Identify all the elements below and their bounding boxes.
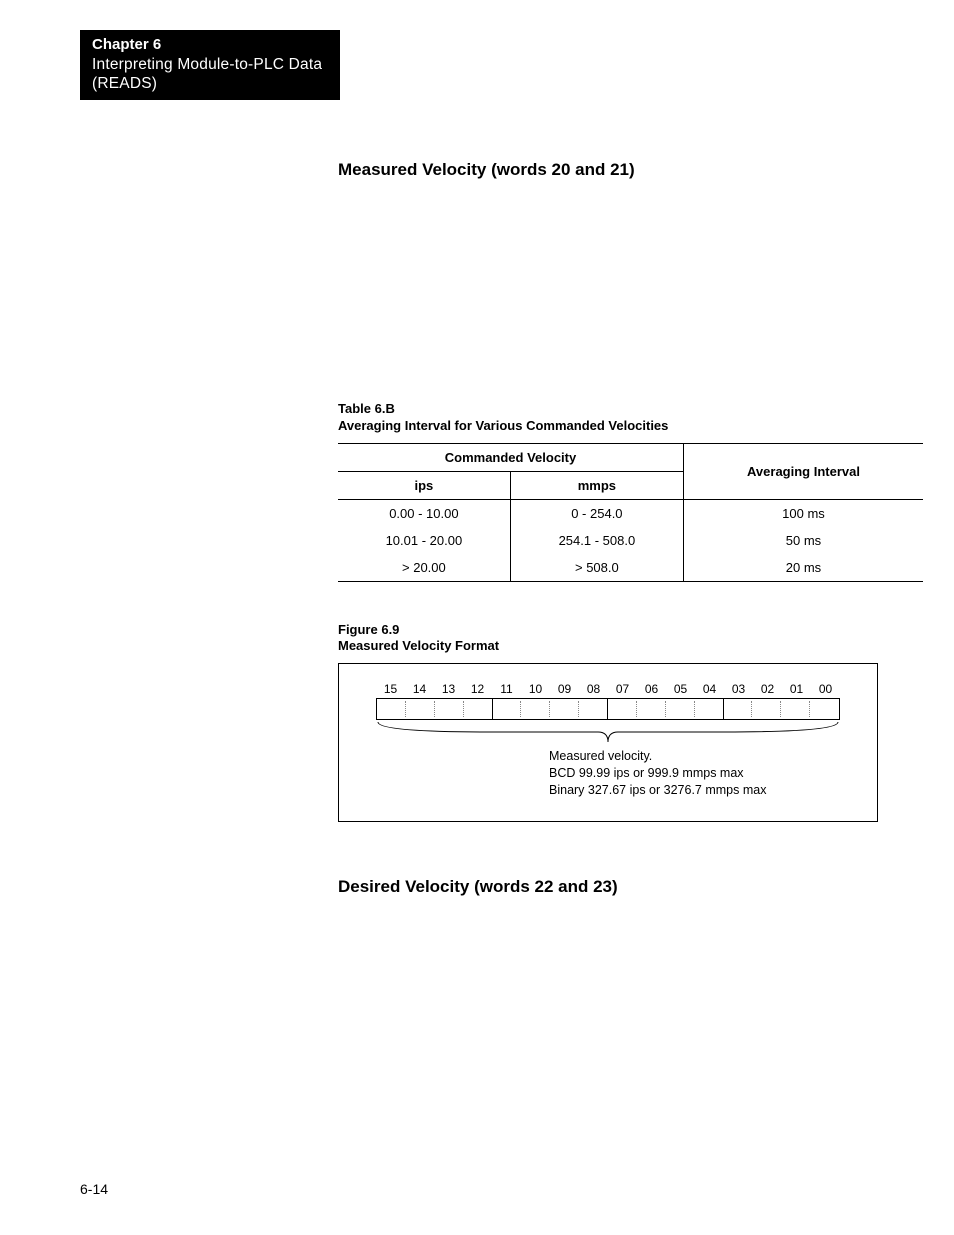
cell-ips: 0.00 - 10.00 — [338, 499, 510, 527]
bit-label: 02 — [753, 682, 782, 696]
cell-ips: > 20.00 — [338, 554, 510, 582]
chapter-title-line2: (READS) — [92, 74, 328, 93]
bit-label: 11 — [492, 682, 521, 696]
figure-caption-line2: Measured Velocity Format — [338, 638, 923, 655]
bit-label: 13 — [434, 682, 463, 696]
table-row: > 20.00 > 508.0 20 ms — [338, 554, 923, 582]
bit-label: 10 — [521, 682, 550, 696]
bit-box — [781, 699, 810, 719]
bit-box — [464, 699, 493, 719]
bit-label: 06 — [637, 682, 666, 696]
table-caption-line1: Table 6.B — [338, 400, 923, 418]
averaging-interval-table: Commanded Velocity Averaging Interval ip… — [338, 443, 923, 582]
bit-box — [550, 699, 579, 719]
bit-box — [493, 699, 522, 719]
cell-interval: 100 ms — [683, 499, 923, 527]
chapter-title-line1: Interpreting Module-to-PLC Data — [92, 55, 328, 74]
bit-box — [377, 699, 406, 719]
cell-interval: 20 ms — [683, 554, 923, 582]
figure-caption-line1: Figure 6.9 — [338, 622, 923, 639]
bit-number-row: 15 14 13 12 11 10 09 08 07 06 05 04 03 0… — [367, 682, 849, 696]
figure-note: Measured velocity. BCD 99.99 ips or 999.… — [549, 748, 849, 799]
table-row: 0.00 - 10.00 0 - 254.0 100 ms — [338, 499, 923, 527]
cell-ips: 10.01 - 20.00 — [338, 527, 510, 554]
bit-label: 03 — [724, 682, 753, 696]
cell-mmps: > 508.0 — [510, 554, 683, 582]
bit-label: 09 — [550, 682, 579, 696]
table-row: 10.01 - 20.00 254.1 - 508.0 50 ms — [338, 527, 923, 554]
table-subheader-mmps: mmps — [510, 471, 683, 499]
table-subheader-ips: ips — [338, 471, 510, 499]
table-caption: Table 6.B Averaging Interval for Various… — [338, 400, 923, 435]
bit-box — [695, 699, 724, 719]
figure-note-line3: Binary 327.67 ips or 3276.7 mmps max — [549, 782, 849, 799]
chapter-header: Chapter 6 Interpreting Module-to-PLC Dat… — [80, 30, 340, 100]
brace-icon — [376, 720, 840, 746]
page-number: 6-14 — [80, 1181, 108, 1197]
measured-velocity-format-figure: 15 14 13 12 11 10 09 08 07 06 05 04 03 0… — [338, 663, 878, 822]
bit-label: 00 — [811, 682, 840, 696]
figure-caption: Figure 6.9 Measured Velocity Format — [338, 622, 923, 656]
bit-box — [406, 699, 435, 719]
cell-interval: 50 ms — [683, 527, 923, 554]
bit-label: 04 — [695, 682, 724, 696]
table-caption-line2: Averaging Interval for Various Commanded… — [338, 417, 923, 435]
cell-mmps: 0 - 254.0 — [510, 499, 683, 527]
bit-label: 08 — [579, 682, 608, 696]
cell-mmps: 254.1 - 508.0 — [510, 527, 683, 554]
bit-box — [810, 699, 839, 719]
bit-box — [521, 699, 550, 719]
bit-label: 14 — [405, 682, 434, 696]
bit-box — [724, 699, 753, 719]
section-measured-velocity-title: Measured Velocity (words 20 and 21) — [338, 160, 894, 180]
bit-box — [579, 699, 608, 719]
bit-label: 05 — [666, 682, 695, 696]
chapter-label: Chapter 6 — [92, 36, 328, 55]
bit-box — [752, 699, 781, 719]
figure-note-line2: BCD 99.99 ips or 999.9 mmps max — [549, 765, 849, 782]
figure-note-line1: Measured velocity. — [549, 748, 849, 765]
bit-box — [637, 699, 666, 719]
bit-box — [666, 699, 695, 719]
bit-label: 01 — [782, 682, 811, 696]
bit-label: 12 — [463, 682, 492, 696]
table-header-averaging-interval: Averaging Interval — [683, 443, 923, 499]
bit-box — [608, 699, 637, 719]
bit-label: 07 — [608, 682, 637, 696]
table-header-commanded-velocity: Commanded Velocity — [338, 443, 683, 471]
section-desired-velocity-title: Desired Velocity (words 22 and 23) — [338, 877, 894, 897]
bit-box-row — [376, 698, 840, 720]
bit-label: 15 — [376, 682, 405, 696]
bit-box — [435, 699, 464, 719]
